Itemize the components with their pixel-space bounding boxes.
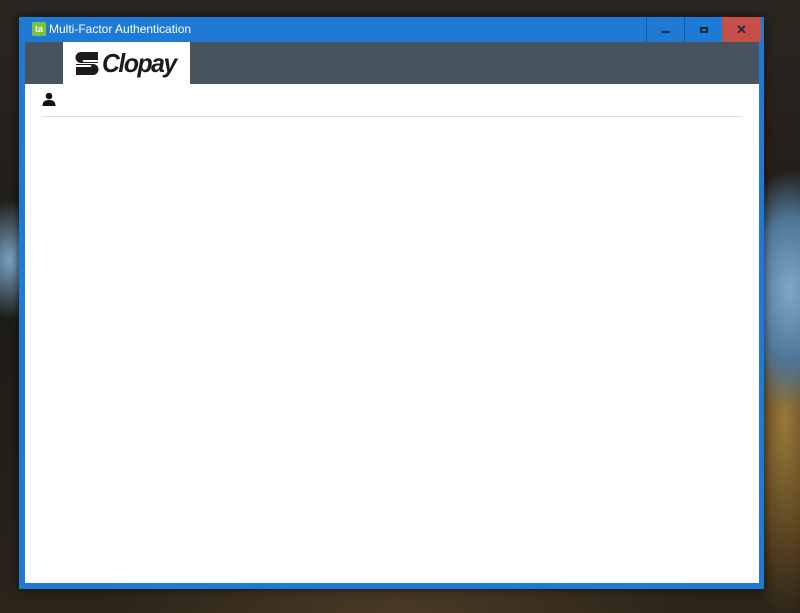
app-logo-icon: ta (32, 22, 46, 36)
brand-header: Clopay (25, 42, 759, 84)
user-icon (42, 92, 56, 106)
maximize-button[interactable] (684, 17, 723, 42)
maximize-icon (700, 26, 708, 33)
logo-wordmark: Clopay (102, 48, 177, 78)
minimize-button[interactable] (646, 17, 685, 42)
title-bar[interactable]: ta Multi-Factor Authentication ✕ (19, 17, 764, 42)
close-button[interactable]: ✕ (722, 17, 761, 42)
user-row (41, 90, 743, 117)
close-icon: ✕ (736, 22, 747, 37)
window-content: Clopay (25, 42, 759, 583)
window-title: Multi-Factor Authentication (49, 22, 192, 36)
clopay-logo-icon (75, 52, 99, 75)
clopay-logo: Clopay (75, 48, 180, 78)
mfa-window: ta Multi-Factor Authentication ✕ Clopay (19, 17, 764, 589)
logo-tab: Clopay (63, 42, 190, 84)
minimize-icon (662, 30, 670, 33)
